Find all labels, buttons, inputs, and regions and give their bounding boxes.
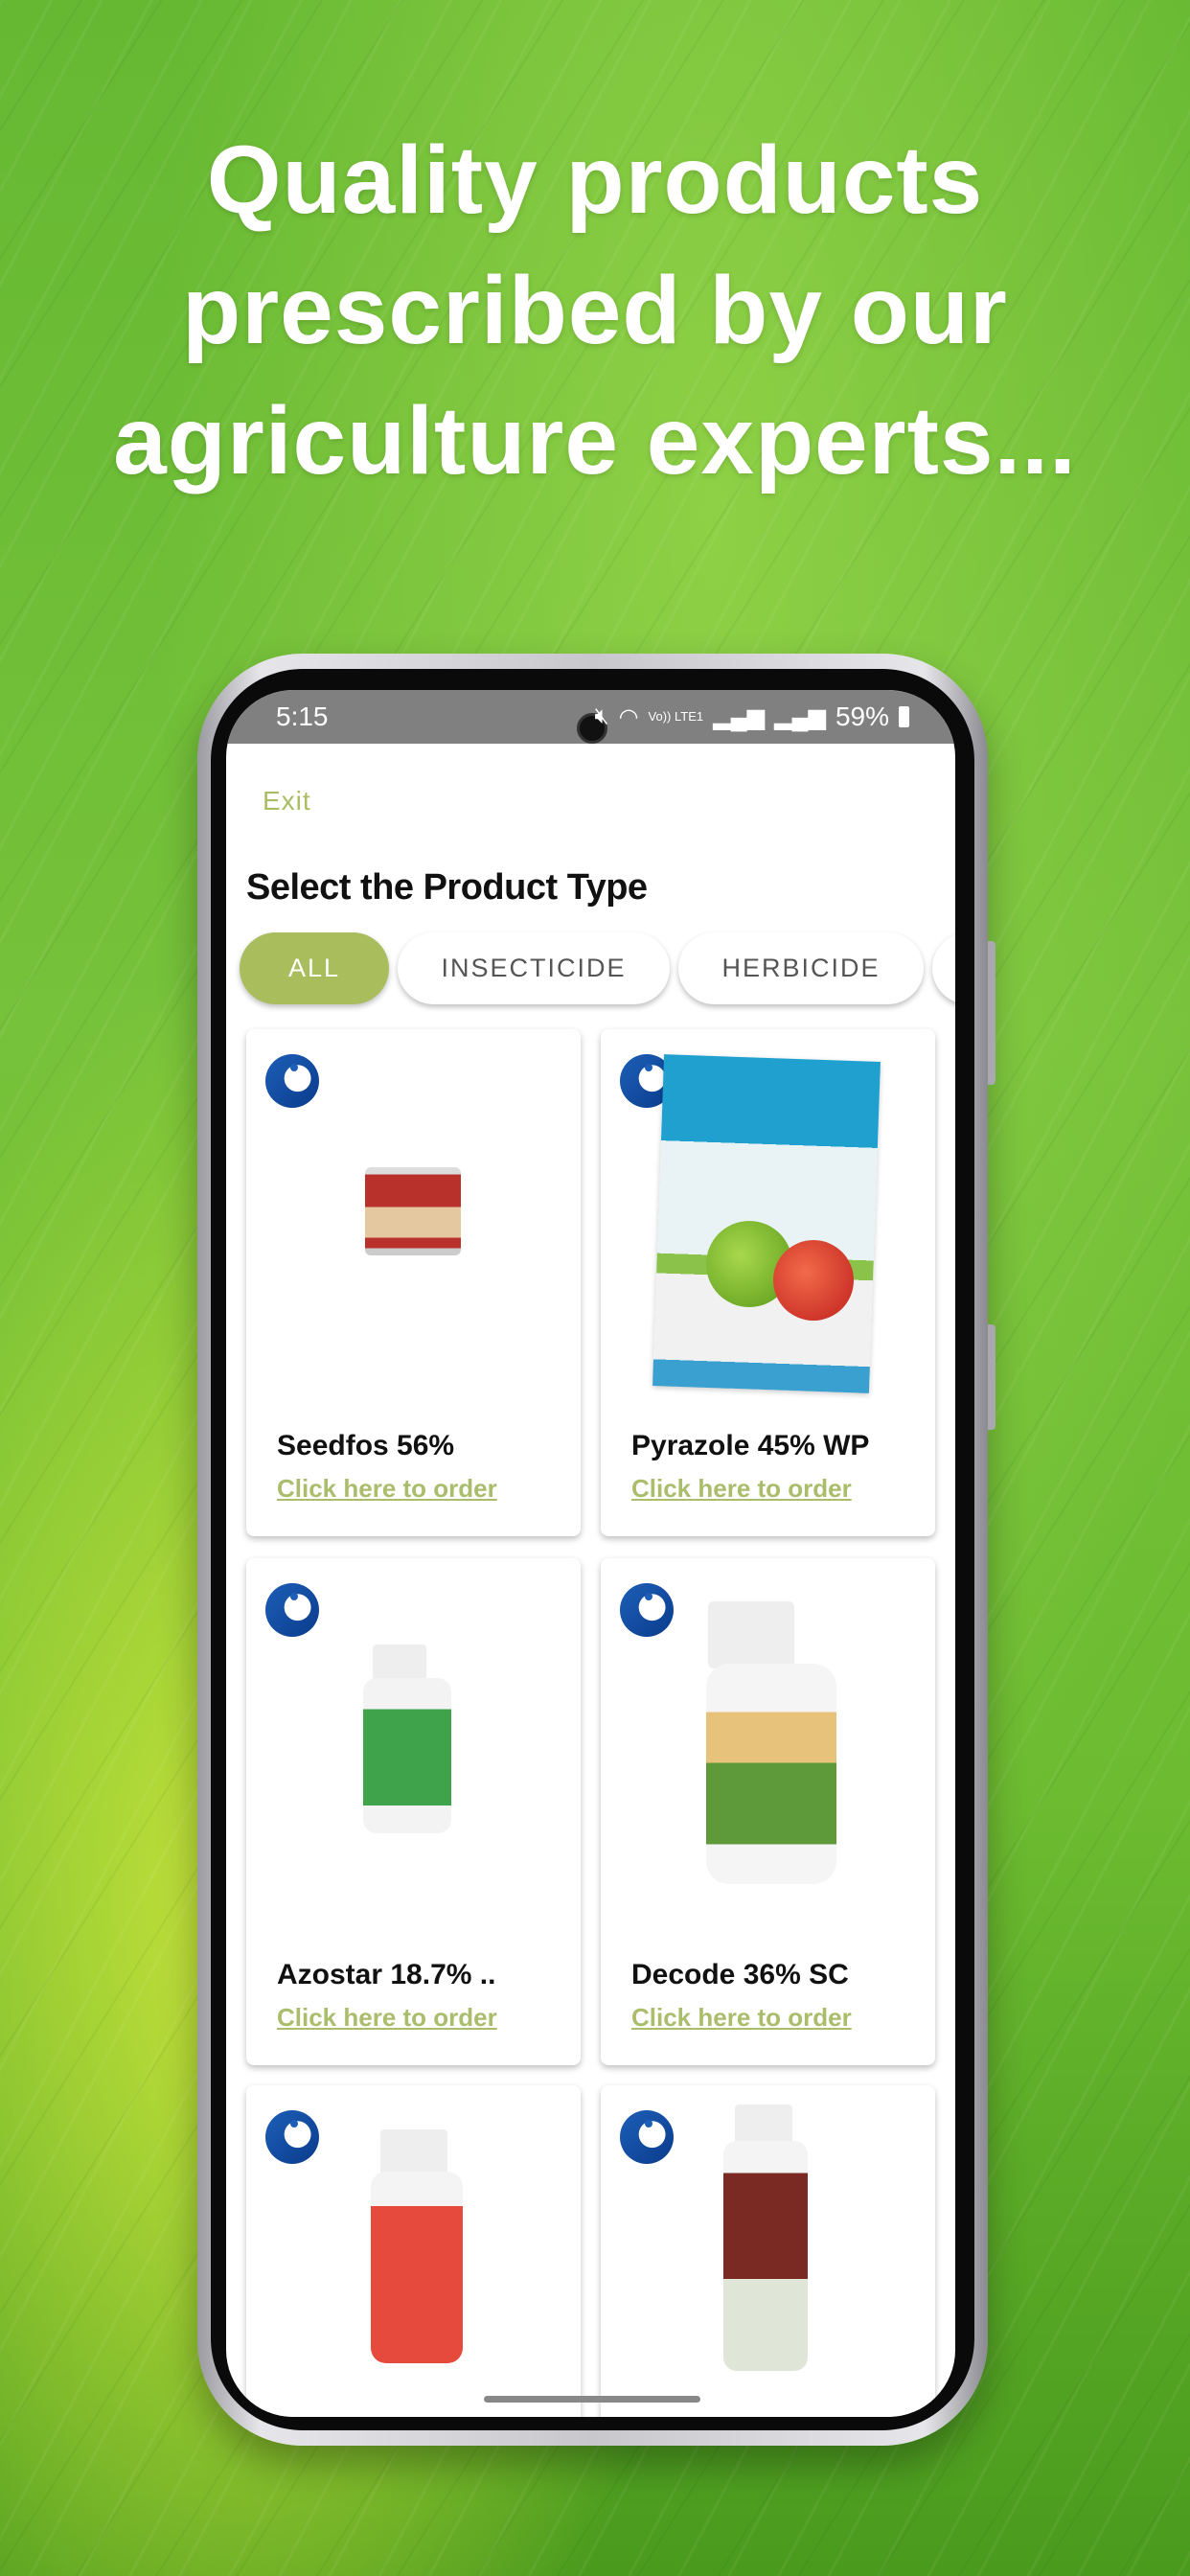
product-card[interactable]: Decode 36% SC Click here to order [601, 1558, 935, 2065]
mute-icon: 🔇︎ [594, 703, 609, 729]
brand-logo [620, 2110, 674, 2164]
product-card[interactable] [246, 2085, 581, 2417]
power-button [988, 1324, 995, 1430]
volume-button [988, 941, 995, 1085]
status-time: 5:15 [276, 702, 329, 731]
product-type-tabs: ALL INSECTICIDE HERBICIDE [240, 932, 955, 1004]
page-title: Select the Product Type [246, 867, 648, 908]
bottle-cap [373, 1644, 426, 1681]
apple-image [773, 1240, 854, 1321]
phone-screen: 5:15 🔇︎ ◠ Vo)) LTE1 ▂▄▆ ▂▄▆ 59% Exit Sel… [226, 690, 955, 2417]
status-icons: 🔇︎ ◠ Vo)) LTE1 ▂▄▆ ▂▄▆ 59% [594, 702, 909, 732]
product-card[interactable]: Azostar 18.7% .. Click here to order [246, 1558, 581, 2065]
order-link[interactable]: Click here to order [277, 1474, 497, 1504]
wifi-icon: ◠ [618, 703, 639, 730]
status-bar: 5:15 🔇︎ ◠ Vo)) LTE1 ▂▄▆ ▂▄▆ 59% [226, 690, 955, 744]
product-image [371, 2172, 463, 2363]
tab-insecticide[interactable]: INSECTICIDE [398, 932, 670, 1004]
headline-line: prescribed by our [182, 257, 1008, 364]
product-name: Seedfos 56% [277, 1430, 455, 1461]
product-card[interactable]: Seedfos 56% Click here to order [246, 1029, 581, 1536]
product-name: Decode 36% SC [631, 1959, 849, 1990]
tab-all[interactable]: ALL [240, 932, 389, 1004]
product-image [706, 1664, 836, 1884]
order-link[interactable]: Click here to order [631, 1474, 852, 1504]
promo-headline: Quality products prescribed by our agric… [0, 115, 1190, 506]
signal-icon: ▂▄▆ [713, 703, 766, 730]
exit-button[interactable]: Exit [263, 786, 311, 816]
order-link[interactable]: Click here to order [277, 2003, 497, 2033]
network-label: Vo)) LTE1 [648, 709, 704, 724]
battery-percent: 59% [835, 702, 889, 731]
product-image [723, 2141, 808, 2371]
headline-line: agriculture experts... [113, 387, 1077, 494]
tab-more[interactable] [932, 932, 955, 1004]
brand-logo [620, 1583, 674, 1637]
bottle-cap [380, 2129, 447, 2177]
brand-logo [265, 1054, 319, 1108]
product-image [365, 1167, 461, 1255]
bottle-cap [708, 1601, 794, 1668]
brand-logo [265, 2110, 319, 2164]
battery-icon [899, 706, 909, 727]
product-card[interactable]: Pyrazole 45% WP Click here to order [601, 1029, 935, 1536]
order-link[interactable]: Click here to order [631, 2003, 852, 2033]
home-indicator[interactable] [484, 2396, 700, 2403]
headline-line: Quality products [206, 126, 984, 234]
product-name: Pyrazole 45% WP [631, 1430, 870, 1461]
product-name: Azostar 18.7% .. [277, 1959, 496, 1990]
product-card[interactable] [601, 2085, 935, 2417]
signal-icon: ▂▄▆ [774, 703, 826, 730]
tab-herbicide[interactable]: HERBICIDE [678, 932, 924, 1004]
brand-logo [265, 1583, 319, 1637]
product-image [363, 1678, 451, 1833]
